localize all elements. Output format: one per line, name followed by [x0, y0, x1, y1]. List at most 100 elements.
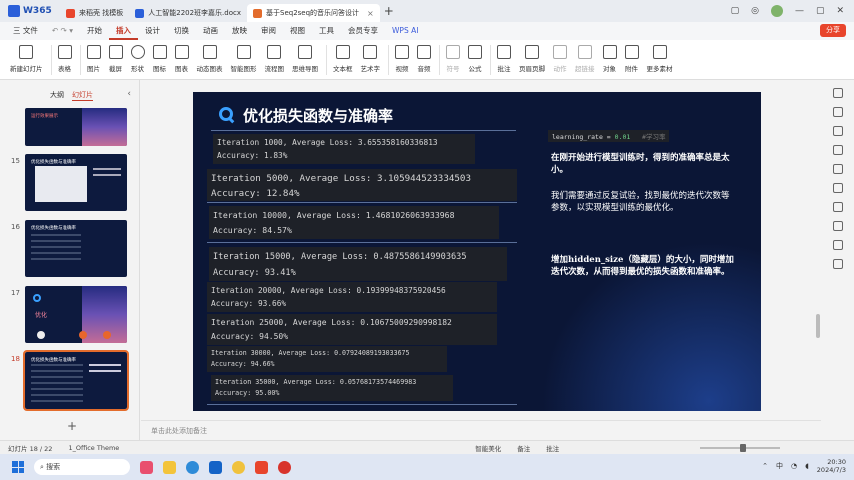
volume-icon[interactable]: ◖ [805, 462, 809, 470]
adjust-icon[interactable] [833, 107, 843, 117]
style-icon[interactable] [833, 88, 843, 98]
menu-home[interactable]: 开始 [80, 22, 109, 40]
table-button[interactable]: 表格 [57, 40, 72, 73]
close-icon[interactable]: ✕ [836, 6, 844, 16]
wordart-button[interactable]: 艺术字 [361, 40, 380, 73]
comments-toggle[interactable]: 批注 [538, 443, 567, 453]
log-block-25000[interactable]: Iteration 25000, Average Loss: 0.1067500… [207, 314, 497, 345]
mindmap-button[interactable]: 思维导图 [292, 40, 318, 73]
action-button[interactable]: 动作 [553, 40, 567, 73]
log-block-10000[interactable]: Iteration 10000, Average Loss: 1.4681026… [209, 206, 499, 239]
new-slide-button[interactable]: 新建幻灯片 [10, 40, 43, 73]
vertical-scrollbar[interactable] [816, 314, 820, 338]
log-block-5000[interactable]: Iteration 5000, Average Loss: 3.10594452… [207, 169, 517, 201]
menu-member[interactable]: 会员专享 [341, 22, 385, 40]
avatar[interactable] [770, 5, 783, 17]
tab-outline[interactable]: 大纲 [50, 90, 64, 100]
file-explorer-icon[interactable] [163, 460, 176, 474]
copy-icon[interactable] [833, 145, 843, 155]
quick-access-icons[interactable]: ↶ ↷ ▾ [45, 22, 80, 40]
library-icon[interactable] [833, 221, 843, 231]
thumb-play-icon[interactable] [37, 331, 45, 339]
animation-icon[interactable] [833, 183, 843, 193]
more-icon[interactable] [833, 259, 843, 269]
log-block-20000[interactable]: Iteration 20000, Average Loss: 0.1939994… [207, 282, 497, 312]
clock[interactable]: 20:30 2024/7/3 [817, 458, 846, 474]
menu-design[interactable]: 设计 [138, 22, 167, 40]
notes-toggle[interactable]: 备注 [509, 443, 538, 453]
menu-wps-ai[interactable]: WPS AI [385, 22, 425, 40]
minimize-icon[interactable]: — [795, 6, 804, 16]
zoom-slider-handle[interactable] [740, 444, 746, 452]
pin-icon[interactable] [833, 240, 843, 250]
thumb-action-icon[interactable] [79, 331, 87, 339]
slide-thumb-17[interactable]: 优化 [25, 286, 127, 343]
app-icon-3[interactable] [232, 460, 245, 474]
menu-file[interactable]: 三 文件 [6, 22, 45, 40]
note-tuning[interactable]: 我们需要通过反复试验，找到最优的迭代次数等参数，以实现模型训练的最优化。 [551, 190, 736, 214]
note-initial-accuracy[interactable]: 在刚开始进行模型训练时，得到的准确率总是太小。 [551, 152, 736, 176]
screenshot-button[interactable]: 截屏 [108, 40, 123, 73]
attachment-button[interactable]: 附件 [624, 40, 639, 73]
log-block-1000[interactable]: Iteration 1000, Average Loss: 3.65535816… [213, 134, 475, 164]
add-slide-button[interactable]: + [67, 419, 77, 433]
shape-button[interactable]: 形状 [130, 40, 145, 73]
video-button[interactable]: 视频 [395, 40, 409, 73]
help-icon[interactable] [833, 202, 843, 212]
slide-thumb-16[interactable]: 优化损失函数与准确率 [25, 220, 127, 277]
maximize-icon[interactable]: ▢ [816, 6, 825, 16]
dynamic-chart-button[interactable]: 动态图表 [197, 40, 223, 73]
chart-button[interactable]: 图表 [174, 40, 189, 73]
flowchart-button[interactable]: 流程图 [265, 40, 284, 73]
smart-art-button[interactable]: 智能图形 [231, 40, 257, 73]
picture-button[interactable]: 图片 [86, 40, 101, 73]
icon-button[interactable]: 图标 [152, 40, 167, 73]
close-tab-icon[interactable]: × [367, 9, 374, 18]
current-slide[interactable]: 优化损失函数与准确率 Iteration 1000, Average Loss:… [193, 92, 761, 411]
slide-thumb-18-selected[interactable]: 优化损失函数与准确率 [23, 350, 129, 411]
hyperlink-button[interactable]: 超链接 [575, 40, 595, 73]
app-brand[interactable]: W365 [0, 0, 60, 22]
windows-start-icon[interactable] [12, 461, 24, 473]
notes-area[interactable]: 单击此处添加备注 [141, 420, 821, 440]
wifi-icon[interactable]: ◔ [791, 462, 797, 470]
app-icon-1[interactable] [140, 460, 153, 474]
collapse-panel-icon[interactable]: ‹ [127, 89, 131, 99]
menu-transition[interactable]: 切换 [167, 22, 196, 40]
slide-thumb-15[interactable]: 优化损失函数与准确率 [25, 154, 127, 211]
theme-name[interactable]: 1_Office Theme [60, 444, 127, 452]
tab-docer[interactable]: 来稻壳 找模板 [60, 4, 129, 22]
thumb-add-icon[interactable] [103, 331, 111, 339]
share-button[interactable]: 分享 [820, 24, 846, 37]
comment-button[interactable]: 批注 [497, 40, 511, 73]
menu-view[interactable]: 视图 [283, 22, 312, 40]
menu-insert[interactable]: 插入 [109, 22, 138, 40]
header-footer-button[interactable]: 页眉页脚 [519, 40, 545, 73]
select-icon[interactable] [833, 126, 843, 136]
smart-beautify-button[interactable]: 智能美化 [467, 443, 509, 453]
tab-doc[interactable]: 人工智能2202班李嘉乐.docx [129, 4, 247, 22]
slide-thumb-14[interactable]: 运行效果展示 [25, 108, 127, 146]
skin-icon[interactable]: ◎ [751, 6, 759, 16]
symbol-button[interactable]: 符号 [446, 40, 460, 73]
textbox-button[interactable]: 文本框 [333, 40, 353, 73]
menu-tools[interactable]: 工具 [312, 22, 341, 40]
edge-icon[interactable] [186, 460, 199, 474]
input-lang[interactable]: 中 [776, 461, 783, 471]
audio-button[interactable]: 音频 [417, 40, 431, 73]
new-tab-button[interactable]: + [384, 4, 394, 18]
shapes-icon[interactable] [833, 164, 843, 174]
layout-icon[interactable]: ▢ [731, 6, 740, 16]
object-button[interactable]: 对象 [602, 40, 617, 73]
more-material-button[interactable]: 更多素材 [647, 40, 673, 73]
log-block-15000[interactable]: Iteration 15000, Average Loss: 0.4875586… [209, 247, 507, 281]
slide-title[interactable]: 优化损失函数与准确率 [243, 105, 393, 126]
menu-review[interactable]: 审阅 [254, 22, 283, 40]
log-block-30000[interactable]: Iteration 30000, Average Loss: 0.0792408… [207, 346, 447, 372]
note-hidden-size[interactable]: 增加hidden_size（隐藏层）的大小，同时增加迭代次数，从而得到最优的损失… [551, 254, 736, 278]
tray-chevron-icon[interactable]: ⌃ [762, 462, 768, 470]
learning-rate-code[interactable]: learning_rate = 0.01 #学习率 [548, 130, 670, 142]
app-icon-4[interactable] [278, 460, 291, 474]
app-icon-2[interactable] [209, 460, 222, 474]
log-block-35000[interactable]: Iteration 35000, Average Loss: 0.0576817… [211, 375, 453, 401]
